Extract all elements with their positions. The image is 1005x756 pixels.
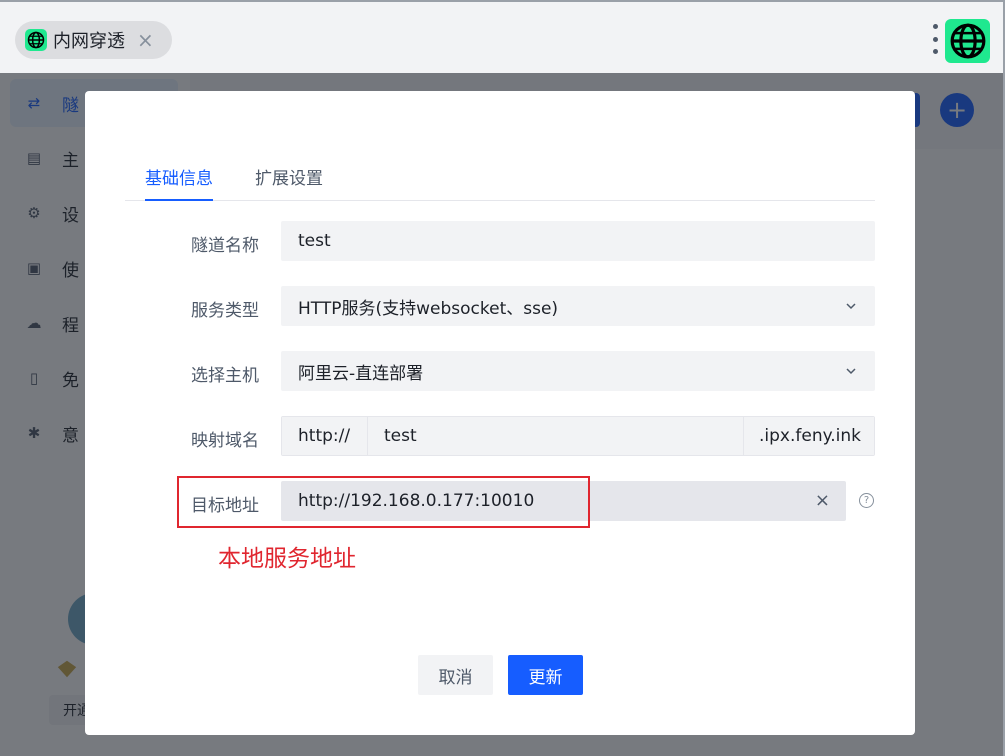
host-value: 阿里云-直连部署 — [298, 363, 424, 384]
modal-tabs: 基础信息 扩展设置 — [125, 151, 875, 201]
subdomain-input[interactable]: test — [368, 417, 743, 455]
clear-icon[interactable]: × — [815, 492, 830, 510]
top-bar: 内网穿透 × — [0, 0, 1005, 73]
edit-tunnel-modal: 基础信息 扩展设置 隧道名称 test 服务类型 HTTP服务(支持websoc… — [85, 91, 915, 735]
annotation-highlight-box — [177, 476, 590, 528]
service-type-select[interactable]: HTTP服务(支持websocket、sse) — [281, 286, 875, 326]
tunnel-name-input[interactable]: test — [281, 221, 875, 261]
domain-input-group: http:// test .ipx.feny.ink — [281, 416, 875, 456]
close-icon[interactable]: × — [137, 30, 154, 50]
app-logo[interactable] — [945, 19, 990, 63]
service-type-value: HTTP服务(支持websocket、sse) — [298, 298, 559, 319]
domain-prefix: http:// — [282, 417, 368, 455]
tunnel-name-label: 隧道名称 — [191, 236, 259, 256]
chevron-down-icon — [846, 368, 856, 375]
tab-extended-settings[interactable]: 扩展设置 — [255, 164, 323, 201]
domain-label: 映射域名 — [191, 431, 259, 451]
browser-tab[interactable]: 内网穿透 × — [15, 21, 172, 59]
globe-icon — [25, 29, 47, 51]
chevron-down-icon — [846, 303, 856, 310]
host-select[interactable]: 阿里云-直连部署 — [281, 351, 875, 391]
host-label: 选择主机 — [191, 366, 259, 386]
subdomain-value: test — [384, 426, 417, 446]
update-button[interactable]: 更新 — [508, 655, 583, 695]
help-icon[interactable]: ? — [859, 493, 874, 508]
globe-icon — [950, 23, 985, 59]
browser-tab-title: 内网穿透 — [53, 31, 125, 52]
domain-suffix: .ipx.feny.ink — [743, 417, 874, 455]
more-menu-icon[interactable] — [930, 24, 940, 54]
tunnel-name-value: test — [298, 231, 331, 251]
cancel-button[interactable]: 取消 — [418, 655, 493, 695]
tab-basic-info[interactable]: 基础信息 — [145, 164, 213, 201]
annotation-text: 本地服务地址 — [218, 546, 356, 572]
service-type-label: 服务类型 — [191, 301, 259, 321]
